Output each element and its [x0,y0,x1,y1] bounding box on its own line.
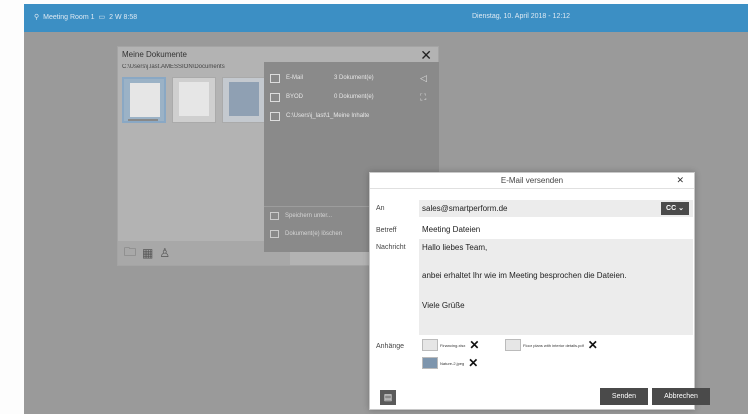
app-frame: ⚲ Meeting Room 1 ▭ 2 W 8:58 Dienstag, 10… [0,0,748,414]
subject-label: Betreff [376,227,397,234]
subject-value: Meeting Dateien [422,225,481,234]
share-email-count: 3 Dokument(e) [334,75,374,81]
user-icon[interactable]: ♙ [159,246,170,260]
share-byod[interactable]: BYOD 0 Dokument(e) ⛶ [270,89,426,105]
attachment-item[interactable]: Nature-2.jpeg ✕ [422,357,478,369]
remove-attachment-icon[interactable]: ✕ [469,339,479,351]
cc-label: CC [666,205,677,212]
cc-dropdown[interactable]: CC ⌄ [661,202,689,215]
share-email-label: E-Mail [286,75,304,81]
save-icon [270,212,279,220]
room-name: Meeting Room 1 [43,13,95,21]
attachment-name: Nature-2.jpeg [440,360,465,366]
screen-icon: ▭ [98,14,106,21]
message-field[interactable]: Hallo liebes Team, anbei erhaltet Ihr wi… [419,239,693,335]
attachment-name: Floor plans with interior details.pdf [523,342,584,348]
file-thumbnail [505,339,521,351]
file-thumbnail [422,339,438,351]
meeting-screen: ⚲ Meeting Room 1 ▭ 2 W 8:58 Dienstag, 10… [24,4,748,414]
email-dialog: E-Mail versenden ✕ An sales@smartperform… [369,172,710,410]
message-line: anbei erhaltet Ihr wie im Meeting bespro… [422,271,627,280]
to-value: sales@smartperform.de [422,204,508,213]
message-line: Hallo liebes Team, [422,243,488,252]
cancel-button[interactable]: Abbrechen [652,388,710,405]
datetime: Dienstag, 10. April 2018 - 12:12 [472,13,571,20]
attach-file-icon[interactable]: ▤ [380,390,396,405]
attachment-name: Financing.xlsx [440,342,466,348]
email-dialog-title: E-Mail versenden [370,173,694,189]
grid-icon[interactable]: ▦ [142,246,153,260]
remove-attachment-icon[interactable]: ✕ [468,357,478,369]
documents-title: Meine Dokumente [122,50,187,59]
share-email[interactable]: E-Mail 3 Dokument(e) ◁ [270,70,427,86]
folder-icon[interactable]: 🗀 [124,243,136,264]
documents-path: C:\Users\j.last.AMESSION\Documents [122,64,225,70]
image-thumbnail [422,357,438,369]
expand-icon: ⛶ [420,91,427,102]
save-icon [270,111,280,121]
share-byod-count: 0 Dokument(e) [334,94,374,100]
room-info[interactable]: ⚲ Meeting Room 1 ▭ 2 W 8:58 [34,13,138,22]
document-thumbnail[interactable] [222,77,266,123]
save-as-action[interactable]: Speichern unter... [270,212,332,220]
device-icon [270,92,280,102]
document-thumbnail[interactable] [172,77,216,123]
attachments-area: Financing.xlsx ✕ Floor plans with interi… [419,335,693,383]
mail-icon [270,73,280,83]
send-icon: ◁ [420,72,427,83]
session-info: 2 W 8:58 [109,13,138,21]
attachment-item[interactable]: Floor plans with interior details.pdf ✕ [505,339,598,351]
attachments-label: Anhänge [376,343,405,350]
to-field[interactable]: sales@smartperform.de CC ⌄ [419,200,693,217]
share-folder[interactable]: C:\Users\j_last\1_Meine Inhalte [270,108,369,124]
share-byod-label: BYOD [286,94,304,100]
save-as-label: Speichern unter... [285,213,333,219]
trash-icon [270,230,279,238]
to-label: An [376,205,385,212]
remove-attachment-icon[interactable]: ✕ [588,339,598,351]
delete-label: Dokument(e) löschen [285,231,343,237]
document-thumbnail[interactable] [122,77,166,123]
send-button[interactable]: Senden [600,388,648,405]
message-label: Nachricht [376,244,406,251]
subject-field[interactable]: Meeting Dateien [419,222,693,237]
location-icon: ⚲ [34,14,40,21]
email-dialog-close-button[interactable]: ✕ [676,175,684,186]
delete-documents-action[interactable]: Dokument(e) löschen [270,230,342,238]
attachment-item[interactable]: Financing.xlsx ✕ [422,339,479,351]
message-line: Viele Grüße [422,301,465,310]
top-bar: ⚲ Meeting Room 1 ▭ 2 W 8:58 Dienstag, 10… [24,4,748,32]
share-folder-path: C:\Users\j_last\1_Meine Inhalte [286,113,370,119]
